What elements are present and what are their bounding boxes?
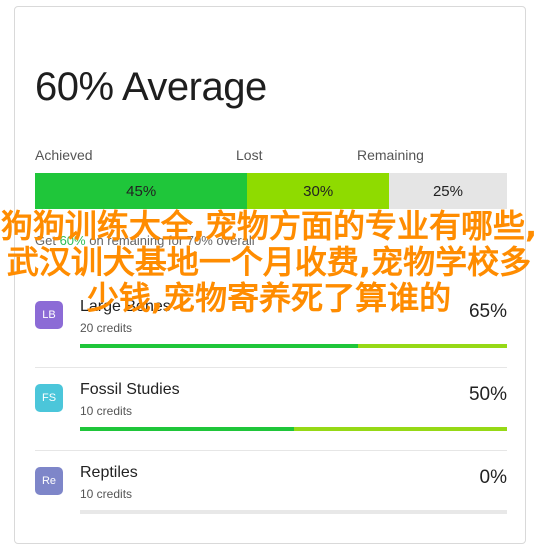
average-title: 60% Average <box>35 65 267 109</box>
course-row[interactable]: Re Reptiles 10 credits 0% <box>35 459 507 533</box>
course-progress-bar <box>80 344 507 348</box>
course-name: Large Bones <box>80 298 171 315</box>
course-progress-lost <box>357 344 507 348</box>
legend-remaining: Remaining <box>357 147 424 163</box>
course-row[interactable]: FS Fossil Studies 10 credits 50% <box>35 376 507 451</box>
course-percent: 50% <box>468 384 507 405</box>
course-progress-achieved <box>80 427 294 431</box>
course-credits: 10 credits <box>80 487 133 501</box>
course-credits: 10 credits <box>80 404 133 418</box>
course-badge: LB <box>35 301 63 329</box>
lost-segment: 30% <box>247 173 389 209</box>
course-name: Fossil Studies <box>80 381 180 398</box>
goal-hint-prefix: Get <box>35 233 60 248</box>
goal-hint-suffix: on remaining for 70% overall <box>85 233 255 248</box>
achieved-segment: 45% <box>35 173 248 209</box>
course-percent: 65% <box>468 301 507 322</box>
course-progress-bar <box>80 510 507 514</box>
legend-achieved: Achieved <box>35 147 93 163</box>
grade-card: 60% Average Achieved Lost Remaining 45% … <box>14 6 526 544</box>
course-badge: Re <box>35 467 63 495</box>
course-percent: 0% <box>479 467 507 488</box>
legend-lost: Lost <box>236 147 263 163</box>
remaining-segment: 25% <box>388 173 507 209</box>
grade-stack-bar: 45% 30% 25% <box>35 173 507 209</box>
course-badge: FS <box>35 384 63 412</box>
course-row[interactable]: LB Large Bones 20 credits 65% <box>35 293 507 368</box>
course-progress-bar <box>80 427 507 431</box>
course-progress-lost <box>293 427 507 431</box>
course-progress-achieved <box>80 344 358 348</box>
course-name: Reptiles <box>80 464 138 481</box>
course-credits: 20 credits <box>80 321 133 335</box>
goal-hint: Get 60% on remaining for 70% overall <box>35 233 255 248</box>
goal-hint-highlight: 60% <box>59 233 86 248</box>
